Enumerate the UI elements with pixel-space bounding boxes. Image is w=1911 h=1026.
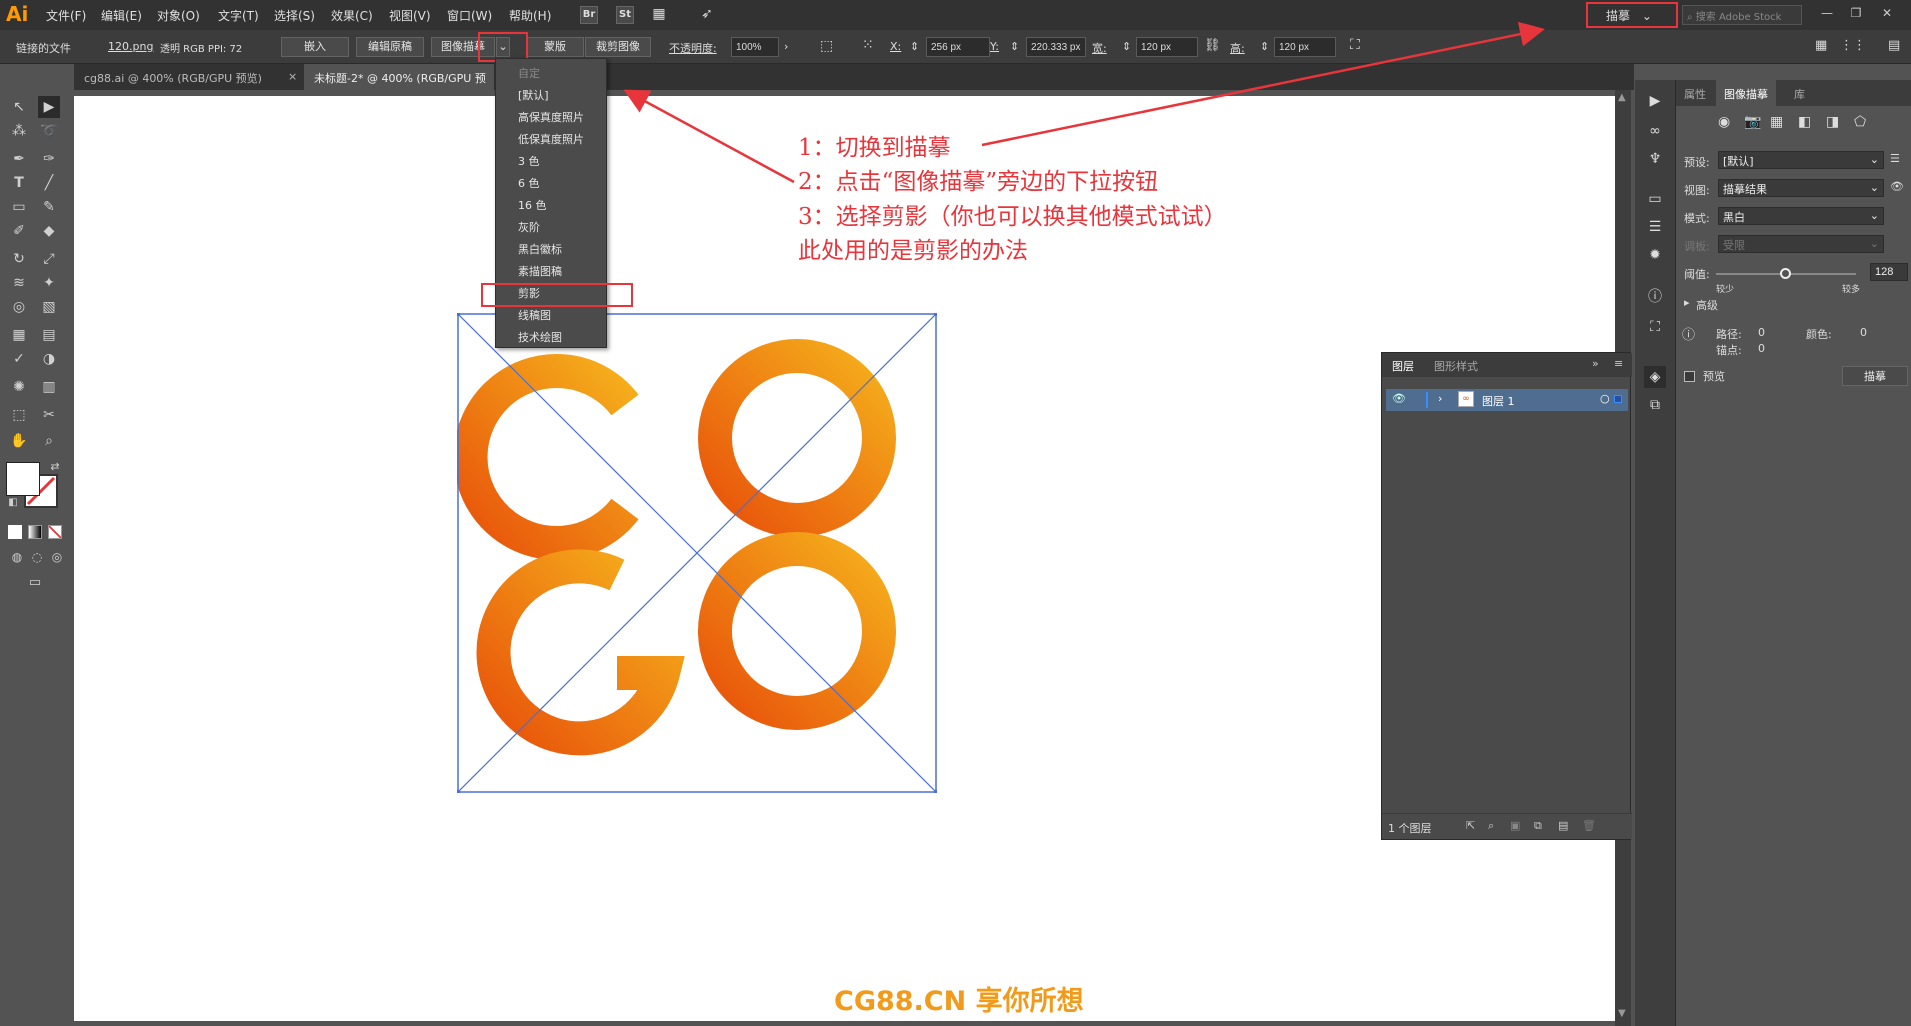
panel-icon-strip: ▶ ∞ ♆ ▭ ☰ ✹ ⓘ ⛶ ◈ ⧉ <box>1635 80 1675 1026</box>
trace-button[interactable]: 描摹 <box>1842 366 1908 386</box>
chevron-down-icon: ⌄ <box>1869 181 1879 194</box>
slider-thumb[interactable] <box>1780 268 1791 279</box>
auto-color-icon[interactable]: ◉ <box>1718 114 1730 130</box>
appearance-icon[interactable]: ✹ <box>1644 244 1666 266</box>
eye-icon[interactable]: 👁 <box>1392 392 1406 405</box>
paths-label: 路径: <box>1716 328 1742 341</box>
layers-icon[interactable]: ◈ <box>1644 366 1666 388</box>
grayscale-icon[interactable]: ◧ <box>1798 114 1811 130</box>
chevron-down-icon: ⌄ <box>1869 209 1879 222</box>
view-select[interactable]: 描摹结果 ⌄ <box>1718 179 1884 197</box>
palette-value: 受限 <box>1723 239 1745 252</box>
align-panel-icon[interactable]: ☰ <box>1644 216 1666 238</box>
black-white-icon[interactable]: ◨ <box>1826 114 1839 130</box>
tab-layers[interactable]: 图层 <box>1392 358 1414 374</box>
links-icon[interactable]: ∞ <box>1644 120 1666 142</box>
expand-layer-icon[interactable]: › <box>1438 392 1442 405</box>
tab-libraries[interactable]: 库 <box>1794 86 1805 102</box>
outline-icon[interactable]: ⬠ <box>1854 114 1866 130</box>
trash-icon[interactable]: 🗑 <box>1582 819 1596 832</box>
tab-image-trace[interactable]: 图像描摹 <box>1716 80 1776 106</box>
paths-value: 0 <box>1758 326 1765 339</box>
layer-thumbnail: ∞ <box>1458 391 1474 407</box>
threshold-slider[interactable] <box>1716 268 1856 279</box>
layer-count: 1 个图层 <box>1388 822 1432 835</box>
transform-panel-icon[interactable]: ⛶ <box>1644 316 1666 338</box>
advanced-toggle[interactable]: 高级 <box>1696 297 1718 313</box>
trace-panel-tabs: 属性 图像描摹 库 <box>1676 80 1911 106</box>
clipping-mask-icon[interactable]: ▣ <box>1510 819 1520 832</box>
list-icon[interactable]: ☰ <box>1890 152 1900 165</box>
layer-name[interactable]: 图层 1 <box>1482 393 1515 409</box>
preset-label: 预设: <box>1684 156 1710 169</box>
threshold-label: 阈值: <box>1684 268 1710 281</box>
artboards-icon[interactable]: ▭ <box>1644 188 1666 210</box>
info-icon: ⓘ <box>1682 328 1696 343</box>
less-label: 较少 <box>1716 285 1735 295</box>
high-color-icon[interactable]: 📷 <box>1744 114 1761 130</box>
selection-indicator[interactable] <box>1614 395 1622 403</box>
layers-panel-tabs: 图层 图形样式 » ≡ <box>1382 353 1632 377</box>
puppet-icon[interactable]: ♆ <box>1644 148 1666 170</box>
more-label: 较多 <box>1842 285 1861 295</box>
asset-export-icon[interactable]: ⧉ <box>1644 394 1666 416</box>
export-icon[interactable]: ⇱ <box>1466 819 1475 832</box>
new-layer-icon[interactable]: ▤ <box>1558 819 1568 832</box>
image-trace-panel: 属性 图像描摹 库 ◉ 📷 ▦ ◧ ◨ ⬠ 预设: [默认] ⌄ ☰ 视图: 描… <box>1675 80 1911 1026</box>
tab-graphic-styles[interactable]: 图形样式 <box>1434 358 1478 374</box>
target-icon[interactable]: ○ <box>1600 392 1610 405</box>
preset-select[interactable]: [默认] ⌄ <box>1718 151 1884 169</box>
arrow-to-dropdown <box>623 89 795 184</box>
tab-properties[interactable]: 属性 <box>1684 86 1706 102</box>
locate-object-icon[interactable]: ⌕ <box>1488 819 1494 833</box>
layers-panel: 图层 图形样式 » ≡ 👁 › ∞ 图层 1 ○ 1 个图层 ⇱ ⌕ ▣ ⧉ ▤… <box>1381 352 1632 840</box>
preview-checkbox[interactable] <box>1684 370 1695 382</box>
anchors-value: 0 <box>1758 342 1765 355</box>
view-value: 描摹结果 <box>1723 183 1767 196</box>
brand-watermark: CG88.CN 享你所想 <box>834 986 1084 1017</box>
layer-row[interactable]: 👁 › ∞ 图层 1 ○ <box>1386 389 1628 411</box>
eye-icon[interactable]: 👁 <box>1890 180 1904 193</box>
threshold-input[interactable] <box>1870 263 1908 281</box>
low-color-icon[interactable]: ▦ <box>1770 114 1783 130</box>
anchors-label: 锚点: <box>1716 344 1742 357</box>
chevron-down-icon: ⌄ <box>1869 153 1879 166</box>
palette-select: 受限 ⌄ <box>1718 235 1884 253</box>
panel-menu-icon[interactable]: ≡ <box>1614 357 1623 370</box>
mode-value: 黑白 <box>1723 211 1745 224</box>
layers-panel-footer: 1 个图层 ⇱ ⌕ ▣ ⧉ ▤ 🗑 <box>1382 813 1632 839</box>
chevron-down-icon: ⌄ <box>1869 237 1879 250</box>
expand-panel-icon[interactable]: » <box>1592 357 1599 370</box>
mode-label: 模式: <box>1684 212 1710 225</box>
play-action-icon[interactable]: ▶ <box>1644 90 1666 112</box>
layer-color-bar <box>1426 392 1428 408</box>
view-label: 视图: <box>1684 184 1710 197</box>
new-sublayer-icon[interactable]: ⧉ <box>1534 819 1542 833</box>
chevron-right-icon[interactable]: ▸ <box>1684 296 1690 309</box>
preset-value: [默认] <box>1723 155 1754 168</box>
mode-select[interactable]: 黑白 ⌄ <box>1718 207 1884 225</box>
arrow-to-workspace <box>981 21 1545 147</box>
colors-label: 颜色: <box>1806 328 1832 341</box>
colors-value: 0 <box>1860 326 1867 339</box>
preview-checkbox-row[interactable]: 预览 <box>1684 368 1725 384</box>
palette-label: 调板: <box>1684 240 1710 253</box>
preview-label: 预览 <box>1703 370 1725 383</box>
info-icon[interactable]: ⓘ <box>1644 286 1666 308</box>
